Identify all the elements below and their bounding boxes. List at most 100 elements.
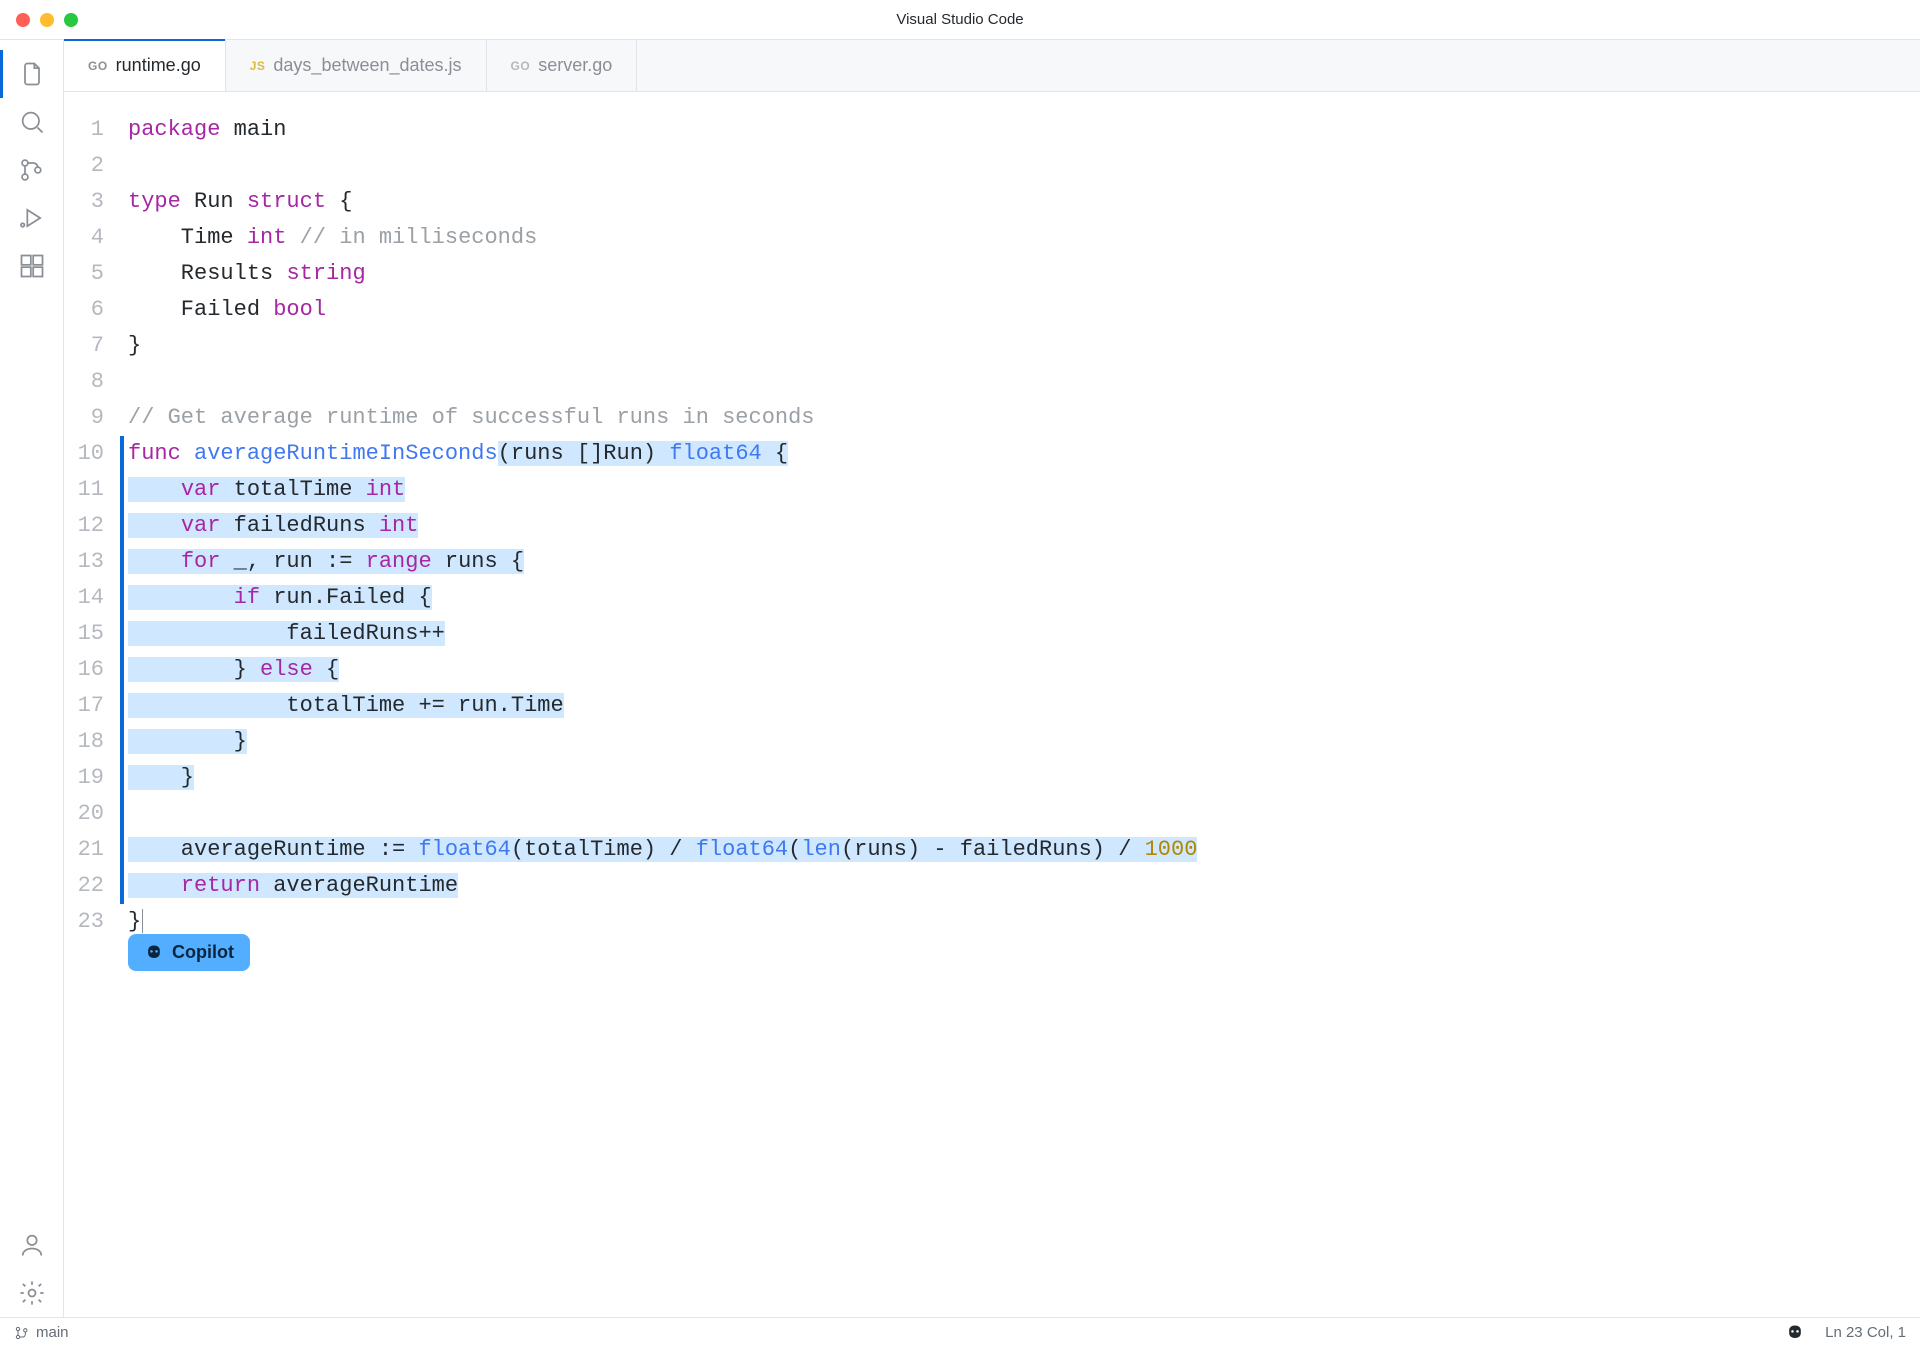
line-content[interactable]: failedRuns++ xyxy=(120,616,1920,652)
extensions-icon[interactable] xyxy=(8,242,56,290)
code-line: 11 var totalTime int xyxy=(64,472,1920,508)
code-line: 14 if run.Failed { xyxy=(64,580,1920,616)
go-file-icon: GO xyxy=(88,59,108,73)
line-number: 2 xyxy=(64,148,120,184)
code-line: 23} xyxy=(64,904,1920,940)
line-number: 17 xyxy=(64,688,120,724)
source-control-icon[interactable] xyxy=(8,146,56,194)
diff-bar xyxy=(120,796,124,832)
branch-icon xyxy=(14,1325,30,1341)
code-line: 19 } xyxy=(64,760,1920,796)
line-content[interactable]: } else { xyxy=(120,652,1920,688)
tab-label: days_between_dates.js xyxy=(273,55,461,76)
main-area: GO runtime.go JS days_between_dates.js G… xyxy=(0,40,1920,1317)
line-content[interactable]: } xyxy=(120,760,1920,796)
explorer-icon[interactable] xyxy=(8,50,56,98)
diff-bar xyxy=(120,508,124,544)
copilot-badge-label: Copilot xyxy=(172,942,234,963)
tab-server-go[interactable]: GO server.go xyxy=(487,40,638,91)
line-content[interactable]: Results string xyxy=(120,256,1920,292)
line-content[interactable]: var totalTime int xyxy=(120,472,1920,508)
settings-icon[interactable] xyxy=(8,1269,56,1317)
line-number: 1 xyxy=(64,112,120,148)
diff-bar xyxy=(120,868,124,904)
window-title: Visual Studio Code xyxy=(896,11,1023,28)
window-controls xyxy=(16,13,78,27)
code-editor[interactable]: 1package main2 3type Run struct {4 Time … xyxy=(64,92,1920,1317)
editor-tabs: GO runtime.go JS days_between_dates.js G… xyxy=(64,40,1920,92)
maximize-window-button[interactable] xyxy=(64,13,78,27)
line-content[interactable]: package main xyxy=(120,112,1920,148)
status-bar: main Ln 23 Col, 1 xyxy=(0,1317,1920,1347)
line-number: 3 xyxy=(64,184,120,220)
code-line: 21 averageRuntime := float64(totalTime) … xyxy=(64,832,1920,868)
diff-bar xyxy=(120,652,124,688)
minimize-window-button[interactable] xyxy=(40,13,54,27)
line-content[interactable] xyxy=(120,364,1920,400)
copilot-status-icon[interactable] xyxy=(1785,1323,1805,1343)
line-number: 18 xyxy=(64,724,120,760)
line-content[interactable]: } xyxy=(120,724,1920,760)
line-number: 23 xyxy=(64,904,120,940)
tab-runtime-go[interactable]: GO runtime.go xyxy=(64,40,226,91)
line-number: 5 xyxy=(64,256,120,292)
account-icon[interactable] xyxy=(8,1221,56,1269)
line-number: 8 xyxy=(64,364,120,400)
line-number: 14 xyxy=(64,580,120,616)
code-line: 20 xyxy=(64,796,1920,832)
line-content[interactable]: return averageRuntime xyxy=(120,868,1920,904)
diff-bar xyxy=(120,832,124,868)
line-content[interactable]: if run.Failed { xyxy=(120,580,1920,616)
code-line: 12 var failedRuns int xyxy=(64,508,1920,544)
line-content[interactable] xyxy=(120,148,1920,184)
close-window-button[interactable] xyxy=(16,13,30,27)
line-content[interactable]: } xyxy=(120,904,1920,940)
tab-days-between-dates-js[interactable]: JS days_between_dates.js xyxy=(226,40,487,91)
diff-bar xyxy=(120,688,124,724)
code-line: 16 } else { xyxy=(64,652,1920,688)
line-number: 11 xyxy=(64,472,120,508)
line-content[interactable]: totalTime += run.Time xyxy=(120,688,1920,724)
code-line: 9// Get average runtime of successful ru… xyxy=(64,400,1920,436)
line-number: 22 xyxy=(64,868,120,904)
js-file-icon: JS xyxy=(250,59,266,73)
line-content[interactable]: var failedRuns int xyxy=(120,508,1920,544)
search-icon[interactable] xyxy=(8,98,56,146)
line-content[interactable]: Time int // in milliseconds xyxy=(120,220,1920,256)
line-content[interactable]: } xyxy=(120,328,1920,364)
code-line: 6 Failed bool xyxy=(64,292,1920,328)
line-number: 7 xyxy=(64,328,120,364)
line-content[interactable] xyxy=(120,796,1920,832)
line-content[interactable]: averageRuntime := float64(totalTime) / f… xyxy=(120,832,1920,868)
cursor-position[interactable]: Ln 23 Col, 1 xyxy=(1825,1324,1906,1341)
line-number: 15 xyxy=(64,616,120,652)
code-line: 1package main xyxy=(64,112,1920,148)
code-line: 2 xyxy=(64,148,1920,184)
line-number: 10 xyxy=(64,436,120,472)
debug-icon[interactable] xyxy=(8,194,56,242)
code-line: 13 for _, run := range runs { xyxy=(64,544,1920,580)
line-content[interactable]: func averageRuntimeInSeconds(runs []Run)… xyxy=(120,436,1920,472)
line-content[interactable]: for _, run := range runs { xyxy=(120,544,1920,580)
line-number: 4 xyxy=(64,220,120,256)
line-number: 12 xyxy=(64,508,120,544)
line-content[interactable]: // Get average runtime of successful run… xyxy=(120,400,1920,436)
diff-bar xyxy=(120,472,124,508)
code-line: 18 } xyxy=(64,724,1920,760)
line-content[interactable]: type Run struct { xyxy=(120,184,1920,220)
text-cursor xyxy=(142,909,143,933)
branch-indicator[interactable]: main xyxy=(14,1324,69,1341)
diff-bar xyxy=(120,436,124,472)
line-number: 20 xyxy=(64,796,120,832)
copilot-badge[interactable]: Copilot xyxy=(128,934,250,971)
line-number: 9 xyxy=(64,400,120,436)
branch-name: main xyxy=(36,1324,69,1341)
diff-bar xyxy=(120,616,124,652)
diff-bar xyxy=(120,544,124,580)
copilot-icon xyxy=(144,943,164,963)
line-number: 19 xyxy=(64,760,120,796)
line-content[interactable]: Failed bool xyxy=(120,292,1920,328)
code-line: 3type Run struct { xyxy=(64,184,1920,220)
line-number: 6 xyxy=(64,292,120,328)
editor-group: GO runtime.go JS days_between_dates.js G… xyxy=(64,40,1920,1317)
